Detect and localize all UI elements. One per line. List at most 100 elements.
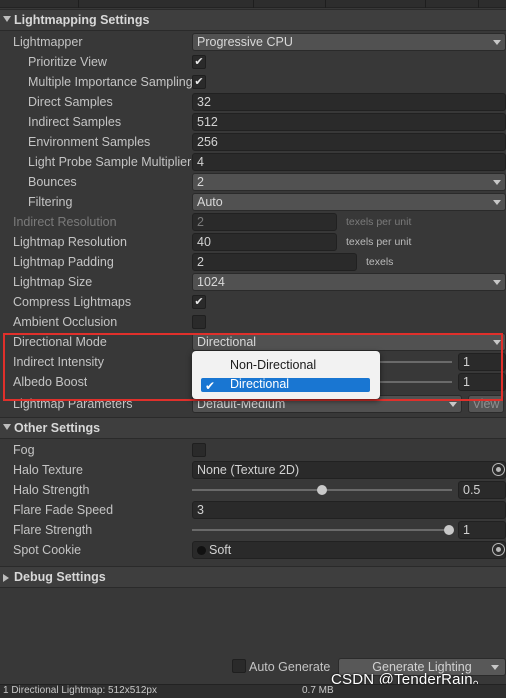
chevron-down-icon [493,340,501,345]
directional-mode-dropdown[interactable]: Directional [192,333,506,351]
unit-suffix: texels [366,256,394,268]
indirect-intensity-input[interactable]: 1 [458,353,506,371]
field-label: Light Probe Sample Multiplier [28,155,192,169]
toolbar-divider [325,0,326,8]
environment-samples-input[interactable]: 256 [192,133,506,151]
view-parameters-button[interactable]: View [468,395,504,413]
lightmap-padding-input[interactable]: 2 [192,253,357,271]
dropdown-value: Auto [197,195,223,209]
indirect-resolution-row: Indirect Resolution 2 texels per unit [0,212,506,232]
lightmap-size-row: Lightmap Size 1024 [0,272,506,292]
slider-track[interactable] [192,529,452,531]
indirect-samples-input[interactable]: 512 [192,113,506,131]
flare-fade-speed-row: Flare Fade Speed 3 [0,500,506,520]
foldout-expanded-icon[interactable] [3,424,11,430]
checkmark-icon: ✔ [205,379,216,393]
field-label: Lightmap Size [13,275,93,289]
dropdown-value: Directional [197,335,257,349]
dropdown-value: Progressive CPU [197,35,293,49]
fog-checkbox[interactable] [192,443,206,457]
field-label: Lightmap Parameters [13,397,133,411]
debug-settings-header[interactable]: Debug Settings [0,566,506,588]
compress-lightmaps-checkbox[interactable]: ✔ [192,295,206,309]
lightmapping-settings-header[interactable]: Lightmapping Settings [0,9,506,31]
direct-samples-input[interactable]: 32 [192,93,506,111]
field-label: Indirect Intensity [13,355,105,369]
compress-lightmaps-row: Compress Lightmaps ✔ [0,292,506,312]
slider-thumb[interactable] [317,485,327,495]
lightmapper-dropdown[interactable]: Progressive CPU [192,33,506,51]
halo-texture-object-field[interactable]: None (Texture 2D) [192,461,506,479]
status-memory: 0.7 MB [302,685,334,696]
object-picker-icon[interactable] [492,543,505,556]
field-label: Indirect Samples [28,115,122,129]
halo-strength-input[interactable]: 0.5 [458,481,506,499]
slider-thumb[interactable] [444,525,454,535]
halo-texture-row: Halo Texture None (Texture 2D) [0,460,506,480]
field-label: Multiple Importance Sampling [28,75,192,89]
option-label: Directional [230,377,290,391]
chevron-down-icon [493,40,501,45]
unit-suffix: texels per unit [346,216,412,228]
popup-option-non-directional[interactable]: Non-Directional [192,355,380,375]
foldout-expanded-icon[interactable] [3,16,11,22]
light-probe-sample-multiplier-row: Light Probe Sample Multiplier 4 [0,152,506,172]
multiple-importance-sampling-checkbox[interactable]: ✔ [192,75,206,89]
dropdown-value: 2 [197,175,204,189]
filtering-row: Filtering Auto [0,192,506,212]
prioritize-view-row: Prioritize View ✔ [0,52,506,72]
auto-generate-label: Auto Generate [249,660,331,674]
toolbar-divider [78,0,79,8]
status-bar: 1 Directional Lightmap: 512x512px 0.7 MB [0,684,506,698]
toolbar-divider [253,0,254,8]
lightmap-padding-row: Lightmap Padding 2 texels [0,252,506,272]
bounces-row: Bounces 2 [0,172,506,192]
field-label: Lightmap Resolution [13,235,127,249]
directional-mode-popup: Non-Directional ✔ Directional [192,351,380,399]
field-label: Filtering [28,195,73,209]
directional-mode-row: Directional Mode Directional [0,332,506,352]
field-label: Flare Strength [13,523,93,537]
flare-strength-input[interactable]: 1 [458,521,506,539]
field-label: Compress Lightmaps [13,295,132,309]
other-settings-header[interactable]: Other Settings [0,417,506,439]
object-picker-icon[interactable] [492,463,505,476]
foldout-collapsed-icon[interactable] [3,574,9,582]
field-label: Lightmap Padding [13,255,114,269]
object-field-value: None (Texture 2D) [197,463,300,477]
section-title: Debug Settings [14,570,106,584]
light-probe-multiplier-input[interactable]: 4 [192,153,506,171]
field-label: Lightmapper [13,35,83,49]
chevron-down-icon [493,180,501,185]
section-title: Other Settings [14,421,101,435]
filtering-dropdown[interactable]: Auto [192,193,506,211]
chevron-down-icon [493,280,501,285]
environment-samples-row: Environment Samples 256 [0,132,506,152]
chevron-down-icon[interactable] [491,665,499,670]
spot-cookie-row: Spot Cookie Soft [0,540,506,560]
field-label: Direct Samples [28,95,113,109]
ambient-occlusion-row: Ambient Occlusion [0,312,506,332]
status-lightmap-info: 1 Directional Lightmap: 512x512px [3,685,157,696]
spot-cookie-object-field[interactable]: Soft [192,541,506,559]
fog-row: Fog [0,440,506,460]
field-label: Spot Cookie [13,543,82,557]
field-label: Ambient Occlusion [13,315,118,329]
prioritize-view-checkbox[interactable]: ✔ [192,55,206,69]
object-field-value: Soft [209,543,232,557]
chevron-down-icon [449,402,457,407]
bounces-dropdown[interactable]: 2 [192,173,506,191]
lightmap-resolution-input[interactable]: 40 [192,233,337,251]
field-label: Prioritize View [28,55,107,69]
direct-samples-row: Direct Samples 32 [0,92,506,112]
flare-fade-speed-input[interactable]: 3 [192,501,506,519]
popup-option-directional[interactable]: ✔ Directional [201,377,370,393]
field-label: Flare Fade Speed [13,503,114,517]
auto-generate-checkbox[interactable] [232,659,246,673]
dropdown-value: 1024 [197,275,225,289]
albedo-boost-input[interactable]: 1 [458,373,506,391]
indirect-resolution-input: 2 [192,213,337,231]
lightmap-size-dropdown[interactable]: 1024 [192,273,506,291]
multiple-importance-sampling-row: Multiple Importance Sampling ✔ [0,72,506,92]
ambient-occlusion-checkbox[interactable] [192,315,206,329]
